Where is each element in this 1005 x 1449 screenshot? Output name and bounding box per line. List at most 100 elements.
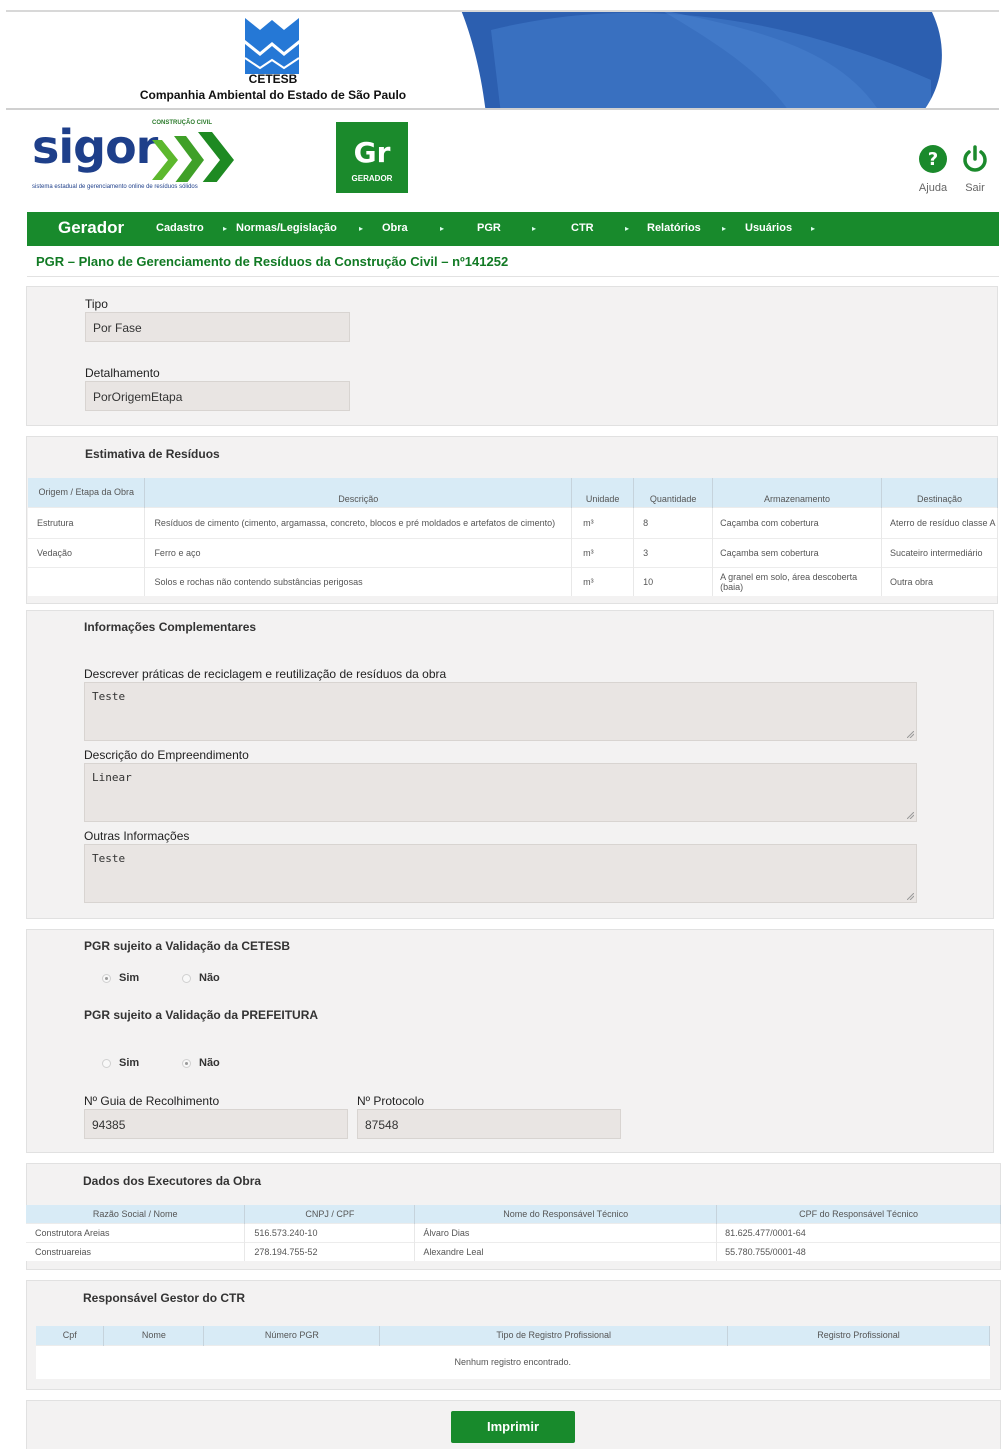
col-tipo-registro[interactable]: Tipo de Registro Profissional bbox=[379, 1326, 729, 1345]
col-razao-social[interactable]: Razão Social / Nome bbox=[26, 1205, 246, 1223]
role-label: GERADOR bbox=[351, 174, 393, 183]
nav-item-obra[interactable]: Obra bbox=[382, 222, 408, 234]
cell-destinacao: Outra obra bbox=[881, 566, 998, 596]
empreendimento-text: Linear bbox=[92, 771, 132, 784]
col-armazenamento[interactable]: Armazenamento bbox=[712, 478, 882, 507]
praticas-textarea[interactable]: Teste bbox=[84, 682, 917, 741]
cell-quantidade: 8 bbox=[633, 506, 714, 538]
cell-cnpj-cpf: 516.573.240-10 bbox=[244, 1222, 416, 1242]
table-row[interactable]: Vedação Ferro e aço m³ 3 Caçamba sem cob… bbox=[28, 537, 998, 567]
estimativa-title: Estimativa de Resíduos bbox=[85, 447, 220, 461]
protocolo-field[interactable]: 87548 bbox=[357, 1109, 621, 1139]
prefeitura-sim-option[interactable]: Sim bbox=[102, 1057, 139, 1069]
cetesb-sim-label: Sim bbox=[119, 972, 140, 984]
outras-text: Teste bbox=[92, 852, 126, 865]
table-row[interactable]: Construareias 278.194.755-52 Alexandre L… bbox=[26, 1241, 1001, 1261]
col-cpf[interactable]: Cpf bbox=[36, 1326, 105, 1345]
resize-grip-icon[interactable] bbox=[907, 812, 914, 819]
col-numero-pgr[interactable]: Número PGR bbox=[203, 1326, 381, 1345]
col-origem[interactable]: Origem / Etapa da Obra bbox=[28, 478, 146, 507]
help-button[interactable]: ? Ajuda bbox=[913, 145, 953, 194]
table-row[interactable]: Solos e rochas não contendo substâncias … bbox=[28, 566, 998, 596]
nav-item-cadastro[interactable]: Cadastro bbox=[156, 222, 204, 234]
nav-arrow-icon: ▸ bbox=[440, 224, 445, 233]
cell-responsavel: Alexandre Leal bbox=[414, 1241, 718, 1261]
prefeitura-validacao-label: PGR sujeito a Validação da PREFEITURA bbox=[84, 1008, 319, 1022]
col-descricao[interactable]: Descrição bbox=[144, 478, 573, 507]
table-row[interactable]: Construtora Areias 516.573.240-10 Álvaro… bbox=[26, 1222, 1001, 1242]
resize-grip-icon[interactable] bbox=[907, 893, 914, 900]
title-divider bbox=[27, 276, 999, 277]
cetesb-nao-option[interactable]: Não bbox=[182, 972, 220, 984]
svg-text:?: ? bbox=[928, 149, 938, 170]
empreendimento-textarea[interactable]: Linear bbox=[84, 763, 917, 822]
exit-button[interactable]: Sair bbox=[955, 145, 995, 194]
cell-armazenamento: Caçamba sem cobertura bbox=[712, 537, 882, 567]
table-row[interactable]: Estrutura Resíduos de cimento (cimento, … bbox=[28, 506, 998, 538]
help-icon: ? bbox=[919, 145, 947, 173]
empreendimento-label: Descrição do Empreendimento bbox=[84, 748, 249, 762]
cell-razao-social: Construareias bbox=[26, 1241, 246, 1261]
nav-item-usuarios[interactable]: Usuários bbox=[745, 222, 792, 234]
estimativa-table: Origem / Etapa da Obra Descrição Unidade… bbox=[28, 478, 998, 596]
cell-descricao: Solos e rochas não contendo substâncias … bbox=[144, 566, 573, 596]
cell-destinacao: Sucateiro intermediário bbox=[881, 537, 998, 567]
cell-quantidade: 3 bbox=[633, 537, 714, 567]
cell-quantidade: 10 bbox=[633, 566, 714, 596]
nav-brand[interactable]: Gerador bbox=[58, 218, 124, 238]
cetesb-sim-option[interactable]: Sim bbox=[102, 972, 139, 984]
executores-table: Razão Social / Nome CNPJ / CPF Nome do R… bbox=[26, 1205, 1001, 1261]
outras-label: Outras Informações bbox=[84, 829, 190, 843]
nav-arrow-icon: ▸ bbox=[532, 224, 537, 233]
guia-label: Nº Guia de Recolhimento bbox=[84, 1094, 220, 1108]
cell-origem: Vedação bbox=[28, 537, 146, 567]
print-button[interactable]: Imprimir bbox=[451, 1411, 575, 1443]
radio-selected-icon[interactable] bbox=[182, 1058, 191, 1068]
exit-label: Sair bbox=[965, 182, 985, 194]
col-responsavel[interactable]: Nome do Responsável Técnico bbox=[414, 1205, 718, 1223]
col-quantidade[interactable]: Quantidade bbox=[633, 478, 714, 507]
outras-textarea[interactable]: Teste bbox=[84, 844, 917, 903]
radio-unselected-icon[interactable] bbox=[182, 973, 191, 983]
prefeitura-nao-option[interactable]: Não bbox=[182, 1057, 220, 1069]
col-nome[interactable]: Nome bbox=[103, 1326, 205, 1345]
detalhamento-field[interactable]: PorOrigemEtapa bbox=[85, 381, 350, 411]
col-cpf-responsavel[interactable]: CPF do Responsável Técnico bbox=[716, 1205, 1001, 1223]
sigor-subtitle: sistema estadual de gerenciamento online… bbox=[32, 184, 198, 190]
col-unidade[interactable]: Unidade bbox=[571, 478, 635, 507]
nav-item-relatorios[interactable]: Relatórios bbox=[647, 222, 701, 234]
col-cnpj-cpf[interactable]: CNPJ / CPF bbox=[244, 1205, 416, 1223]
radio-selected-icon[interactable] bbox=[102, 973, 111, 983]
prefeitura-nao-label: Não bbox=[199, 1057, 220, 1069]
nav-arrow-icon: ▸ bbox=[811, 224, 816, 233]
gerador-role-badge: Gr GERADOR bbox=[336, 122, 408, 193]
radio-unselected-icon[interactable] bbox=[102, 1058, 111, 1068]
nav-arrow-icon: ▸ bbox=[625, 224, 630, 233]
cetesb-banner: CETESB Companhia Ambiental do Estado de … bbox=[6, 10, 999, 110]
resize-grip-icon[interactable] bbox=[907, 731, 914, 738]
cell-unidade: m³ bbox=[571, 537, 635, 567]
col-registro[interactable]: Registro Profissional bbox=[727, 1326, 990, 1345]
cetesb-full-name: Companhia Ambiental do Estado de São Pau… bbox=[139, 88, 407, 102]
guia-field[interactable]: 94385 bbox=[84, 1109, 348, 1139]
cetesb-logo-icon bbox=[243, 18, 301, 74]
cell-unidade: m³ bbox=[571, 506, 635, 538]
tipo-field[interactable]: Por Fase bbox=[85, 312, 350, 342]
sigor-logo[interactable]: sigor CONSTRUÇÃO CIVIL sistema estadual … bbox=[30, 116, 260, 196]
nav-arrow-icon: ▸ bbox=[722, 224, 727, 233]
nav-item-normas[interactable]: Normas/Legislação bbox=[236, 222, 337, 234]
cell-origem: Estrutura bbox=[28, 506, 146, 538]
cetesb-nao-label: Não bbox=[199, 972, 220, 984]
cetesb-validacao-label: PGR sujeito a Validação da CETESB bbox=[84, 939, 291, 953]
executores-title: Dados dos Executores da Obra bbox=[83, 1174, 262, 1188]
nav-item-pgr[interactable]: PGR bbox=[477, 222, 501, 234]
nav-arrow-icon: ▸ bbox=[359, 224, 364, 233]
nav-item-ctr[interactable]: CTR bbox=[571, 222, 594, 234]
help-label: Ajuda bbox=[918, 182, 948, 194]
cell-destinacao: Aterro de resíduo classe A bbox=[881, 506, 998, 538]
cell-origem bbox=[28, 566, 146, 596]
page-title: PGR – Plano de Gerenciamento de Resíduos… bbox=[36, 254, 509, 269]
power-icon bbox=[963, 145, 987, 172]
col-destinacao[interactable]: Destinação bbox=[881, 478, 998, 507]
cell-armazenamento: Caçamba com cobertura bbox=[712, 506, 882, 538]
